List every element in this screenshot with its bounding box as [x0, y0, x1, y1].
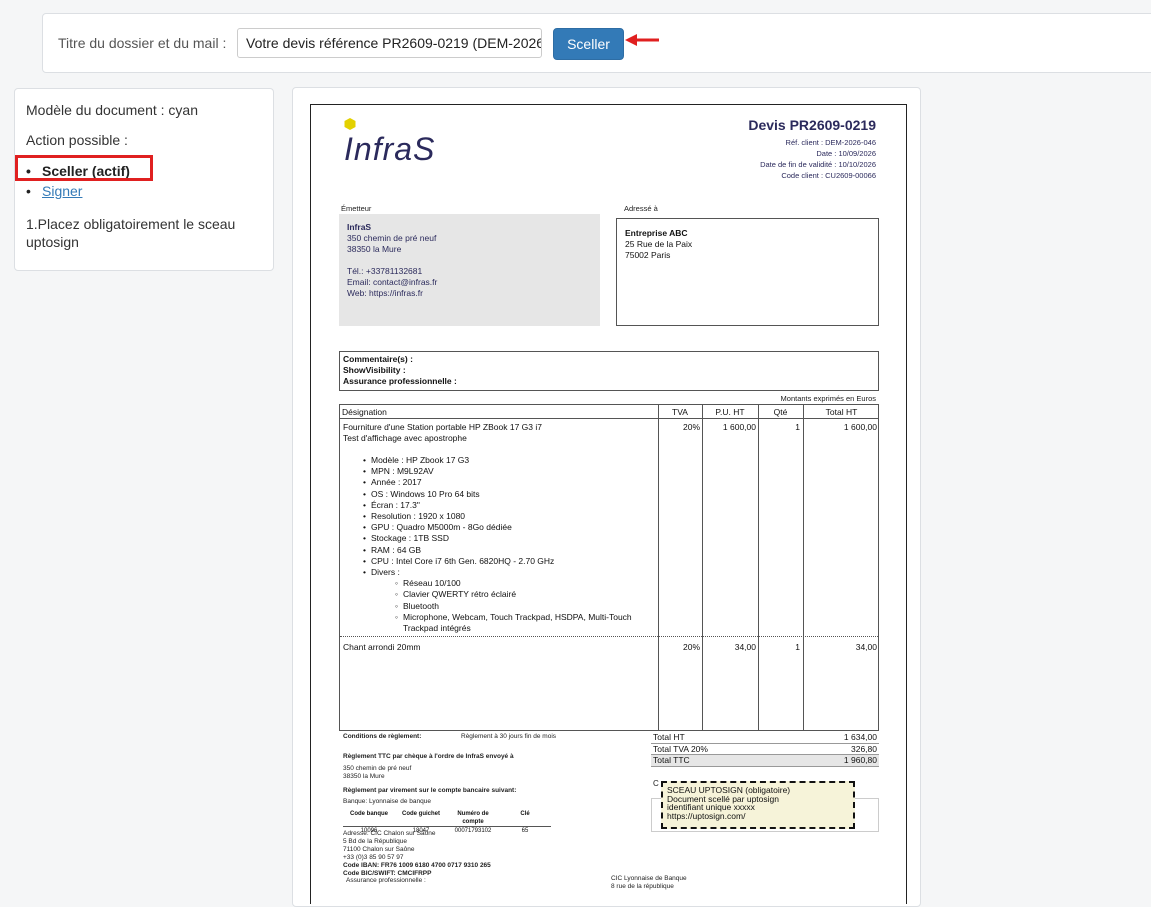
row2-total: 34,00: [855, 642, 877, 652]
total-tva-row: Total TVA 20% 326,80: [651, 743, 879, 755]
row2-qty: 1: [795, 642, 800, 652]
total-ttc-row: Total TTC 1 960,80: [651, 755, 879, 767]
cheque-info: Règlement TTC par chèque à l'ordre de In…: [343, 753, 514, 760]
recipient-box: Entreprise ABC 25 Rue de la Paix 75002 P…: [616, 218, 879, 326]
col-pu: P.U. HT: [715, 407, 745, 417]
comments-box: Commentaire(s) : ShowVisibility : Assura…: [339, 351, 879, 391]
quote-meta: Réf. client : DEM-2026-046 Date : 10/09/2…: [760, 138, 876, 180]
document-page[interactable]: InfraS Devis PR2609-0219 Réf. client : D…: [310, 104, 907, 904]
items-table: Désignation TVA P.U. HT Qté Total HT Fou…: [339, 404, 879, 731]
currency-note: Montants exprimés en Euros: [780, 394, 876, 403]
iban: Code IBAN: FR76 1009 6180 4700 0717 9310…: [343, 862, 491, 869]
sign-link[interactable]: Signer: [42, 183, 82, 199]
logo-hexagon-icon: [344, 118, 356, 130]
col-tva: TVA: [672, 407, 688, 417]
col-total: Total HT: [825, 407, 858, 417]
title-bar: Titre du dossier et du mail : Votre devi…: [42, 13, 1151, 73]
row1-tva: 20%: [682, 422, 700, 432]
row1-pu: 1 600,00: [722, 422, 756, 432]
col-qty: Qté: [773, 407, 788, 417]
row1-total: 1 600,00: [843, 422, 877, 432]
bank-name: Banque: Lyonnaise de banque: [343, 798, 431, 805]
arrow-left-icon: [625, 34, 659, 46]
company-logo: InfraS: [344, 131, 436, 167]
highlight-box: [15, 155, 153, 181]
document-model: Modèle du document : cyan: [26, 102, 198, 118]
payment-conditions-label: Conditions de règlement:: [343, 733, 422, 740]
row2-tva: 20%: [682, 642, 700, 652]
emitter-box: InfraS 350 chemin de pré neuf 38350 la M…: [339, 214, 600, 326]
totals-box: Total HT 1 634,00 Total TVA 20% 326,80 Tot…: [651, 732, 879, 767]
title-input[interactable]: Votre devis référence PR2609-0219 (DEM-2…: [237, 28, 542, 58]
signature-prefix: C: [653, 779, 659, 788]
emitter-label: Émetteur: [341, 204, 372, 213]
insurance: Assurance professionnelle :: [346, 877, 426, 884]
total-ht-row: Total HT 1 634,00: [651, 732, 879, 744]
seal-instruction: 1.Placez obligatoirement le sceau uptosi…: [26, 216, 236, 250]
uptosign-seal[interactable]: SCEAU UPTOSIGN (obligatoire) Document sc…: [661, 781, 855, 829]
action-sign-link-item: Signer: [26, 181, 262, 201]
row1-qty: 1: [795, 422, 800, 432]
payment-conditions-value: Règlement à 30 jours fin de mois: [461, 733, 557, 740]
document-info-panel: Modèle du document : cyan Action possibl…: [14, 88, 274, 271]
footer-bank: CIC Lyonnaise de Banque 8 rue de la répub…: [611, 875, 687, 890]
document-preview-panel: InfraS Devis PR2609-0219 Réf. client : D…: [292, 87, 921, 907]
row2-title: Chant arrondi 20mm: [343, 642, 421, 652]
table-row: Fourniture d'une Station portable HP ZBo…: [343, 422, 655, 634]
row2-pu: 34,00: [734, 642, 756, 652]
seal-button[interactable]: Sceller: [553, 28, 624, 60]
address-label: Adressé à: [624, 204, 658, 213]
action-label: Action possible :: [26, 132, 128, 148]
title-label: Titre du dossier et du mail :: [58, 35, 227, 51]
bank-address: Adresse: CIC Chalon sur Saône 5 Bd de la…: [343, 830, 436, 861]
cheque-address: 350 chemin de pré neuf 38350 la Mure: [343, 765, 412, 780]
transfer-info: Règlement par virement sur le compte ban…: [343, 787, 517, 794]
col-designation: Désignation: [342, 407, 387, 417]
quote-title: Devis PR2609-0219: [748, 117, 876, 133]
